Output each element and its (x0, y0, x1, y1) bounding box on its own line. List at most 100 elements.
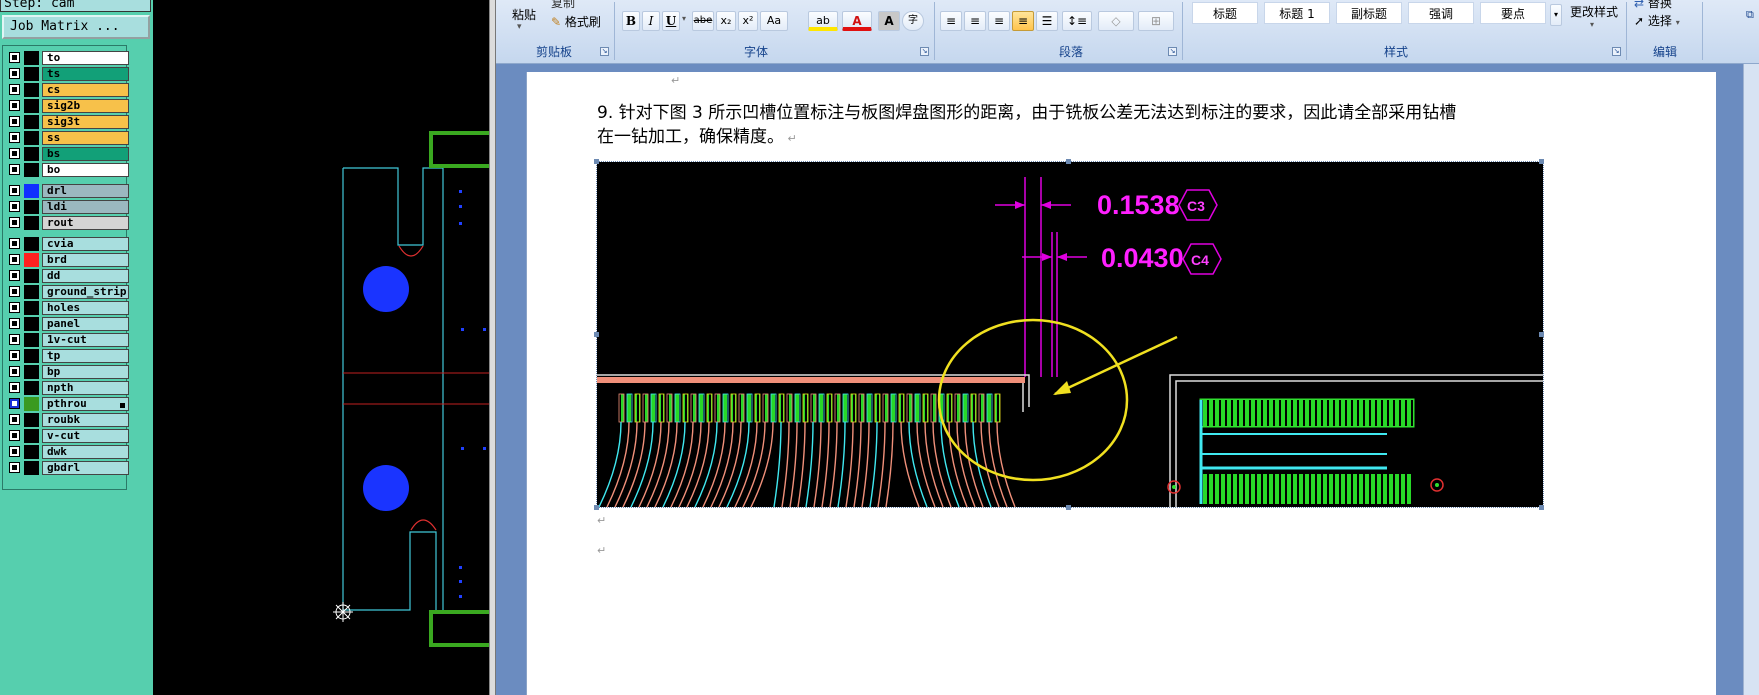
layer-row[interactable]: dd (7, 268, 129, 284)
layer-row[interactable]: v-cut (7, 428, 129, 444)
replace-button[interactable]: ⇄ 替换 (1634, 0, 1672, 11)
layer-row[interactable]: to (7, 50, 129, 66)
layer-checkbox[interactable] (9, 164, 20, 175)
shading-button[interactable]: ◇ (1098, 11, 1134, 31)
align-center-button[interactable]: ≡ (964, 11, 986, 31)
layer-color-swatch[interactable] (24, 163, 39, 177)
layer-row[interactable]: cvia (7, 236, 129, 252)
layer-checkbox[interactable] (9, 462, 20, 473)
subscript-button[interactable]: x₂ (716, 11, 736, 31)
italic-button[interactable]: I (642, 11, 660, 31)
layer-checkbox[interactable] (9, 100, 20, 111)
layer-row[interactable]: gbdrl (7, 460, 129, 476)
document-page[interactable]: ↵ 9. 针对下图 3 所示凹槽位置标注与板图焊盘图形的距离，由于铣板公差无法达… (526, 72, 1716, 695)
layer-checkbox[interactable] (9, 52, 20, 63)
layer-name[interactable]: ldi (42, 200, 129, 214)
layer-name[interactable]: cvia (42, 237, 129, 251)
layer-checkbox[interactable] (9, 398, 20, 409)
distributed-button[interactable]: ☰ (1036, 11, 1058, 31)
layer-name[interactable]: holes (42, 301, 129, 315)
layer-name[interactable]: bo (42, 163, 129, 177)
layer-checkbox[interactable] (9, 148, 20, 159)
layer-row[interactable]: 1v-cut (7, 332, 129, 348)
layer-color-swatch[interactable] (24, 269, 39, 283)
layer-name[interactable]: brd (42, 253, 129, 267)
layer-color-swatch[interactable] (24, 381, 39, 395)
layer-row[interactable]: sig2b (7, 98, 129, 114)
paste-button[interactable]: 粘贴 (512, 6, 536, 23)
layer-name[interactable]: roubk (42, 413, 129, 427)
superscript-button[interactable]: x² (738, 11, 758, 31)
layer-checkbox[interactable] (9, 254, 20, 265)
layer-checkbox[interactable] (9, 132, 20, 143)
layer-color-swatch[interactable] (24, 216, 39, 230)
resize-handle[interactable] (1066, 159, 1071, 164)
font-color-button[interactable]: A (842, 11, 872, 31)
layer-name[interactable]: rout (42, 216, 129, 230)
layer-name[interactable]: bs (42, 147, 129, 161)
layer-color-swatch[interactable] (24, 131, 39, 145)
window-divider[interactable] (489, 0, 496, 695)
style-subtitle[interactable]: 副标题 (1336, 2, 1402, 24)
layer-name[interactable]: sig3t (42, 115, 129, 129)
layer-row[interactable]: ground_strip (7, 284, 129, 300)
layer-checkbox[interactable] (9, 84, 20, 95)
layer-checkbox[interactable] (9, 201, 20, 212)
layer-checkbox[interactable] (9, 446, 20, 457)
layer-checkbox[interactable] (9, 430, 20, 441)
style-title[interactable]: 标题 (1192, 2, 1258, 24)
resize-handle[interactable] (1539, 159, 1544, 164)
layer-row[interactable]: bp (7, 364, 129, 380)
layer-row[interactable]: rout (7, 215, 129, 231)
layer-row[interactable]: tp (7, 348, 129, 364)
line-spacing-button[interactable]: ↕≡ (1062, 11, 1092, 31)
layer-row[interactable]: pthrou (7, 396, 129, 412)
layer-color-swatch[interactable] (24, 237, 39, 251)
layer-row[interactable]: ss (7, 130, 129, 146)
change-case-button[interactable]: Aa (760, 11, 788, 31)
layer-checkbox[interactable] (9, 366, 20, 377)
layer-checkbox[interactable] (9, 334, 20, 345)
layer-color-swatch[interactable] (24, 67, 39, 81)
character-shading-button[interactable]: A (878, 11, 900, 31)
resize-handle[interactable] (1066, 505, 1071, 510)
align-right-button[interactable]: ≡ (988, 11, 1010, 31)
layer-row[interactable]: cs (7, 82, 129, 98)
layer-checkbox[interactable] (9, 217, 20, 228)
layer-name[interactable]: gbdrl (42, 461, 129, 475)
copy-button[interactable]: 复制 (551, 0, 575, 11)
layer-row[interactable]: roubk (7, 412, 129, 428)
layer-color-swatch[interactable] (24, 317, 39, 331)
layer-color-swatch[interactable] (24, 115, 39, 129)
layer-name[interactable]: npth (42, 381, 129, 395)
style-emphasis[interactable]: 强调 (1408, 2, 1474, 24)
layer-name[interactable]: panel (42, 317, 129, 331)
style-heading-1[interactable]: 标题 1 (1264, 2, 1330, 24)
layer-name[interactable]: cs (42, 83, 129, 97)
layer-name[interactable]: bp (42, 365, 129, 379)
resize-handle[interactable] (594, 505, 599, 510)
layer-name[interactable]: ts (42, 67, 129, 81)
resize-handle[interactable] (594, 159, 599, 164)
layer-name[interactable]: ss (42, 131, 129, 145)
cam-graphics-canvas[interactable] (153, 0, 495, 695)
justify-button[interactable]: ≡ (1012, 11, 1034, 31)
layer-color-swatch[interactable] (24, 184, 39, 198)
layer-checkbox[interactable] (9, 270, 20, 281)
layer-row[interactable]: npth (7, 380, 129, 396)
layer-name[interactable]: tp (42, 349, 129, 363)
layer-color-swatch[interactable] (24, 365, 39, 379)
underline-button[interactable]: U (662, 11, 680, 31)
layer-color-swatch[interactable] (24, 83, 39, 97)
layer-color-swatch[interactable] (24, 147, 39, 161)
resize-handle[interactable] (1539, 332, 1544, 337)
layer-checkbox[interactable] (9, 68, 20, 79)
layer-name[interactable]: dd (42, 269, 129, 283)
layer-color-swatch[interactable] (24, 253, 39, 267)
layer-checkbox[interactable] (9, 116, 20, 127)
layer-checkbox[interactable] (9, 302, 20, 313)
change-styles-button[interactable]: 更改样式 (1570, 3, 1618, 20)
resize-handle[interactable] (1539, 505, 1544, 510)
styles-more-button[interactable]: ▾ (1550, 4, 1562, 26)
style-key-point[interactable]: 要点 (1480, 2, 1546, 24)
